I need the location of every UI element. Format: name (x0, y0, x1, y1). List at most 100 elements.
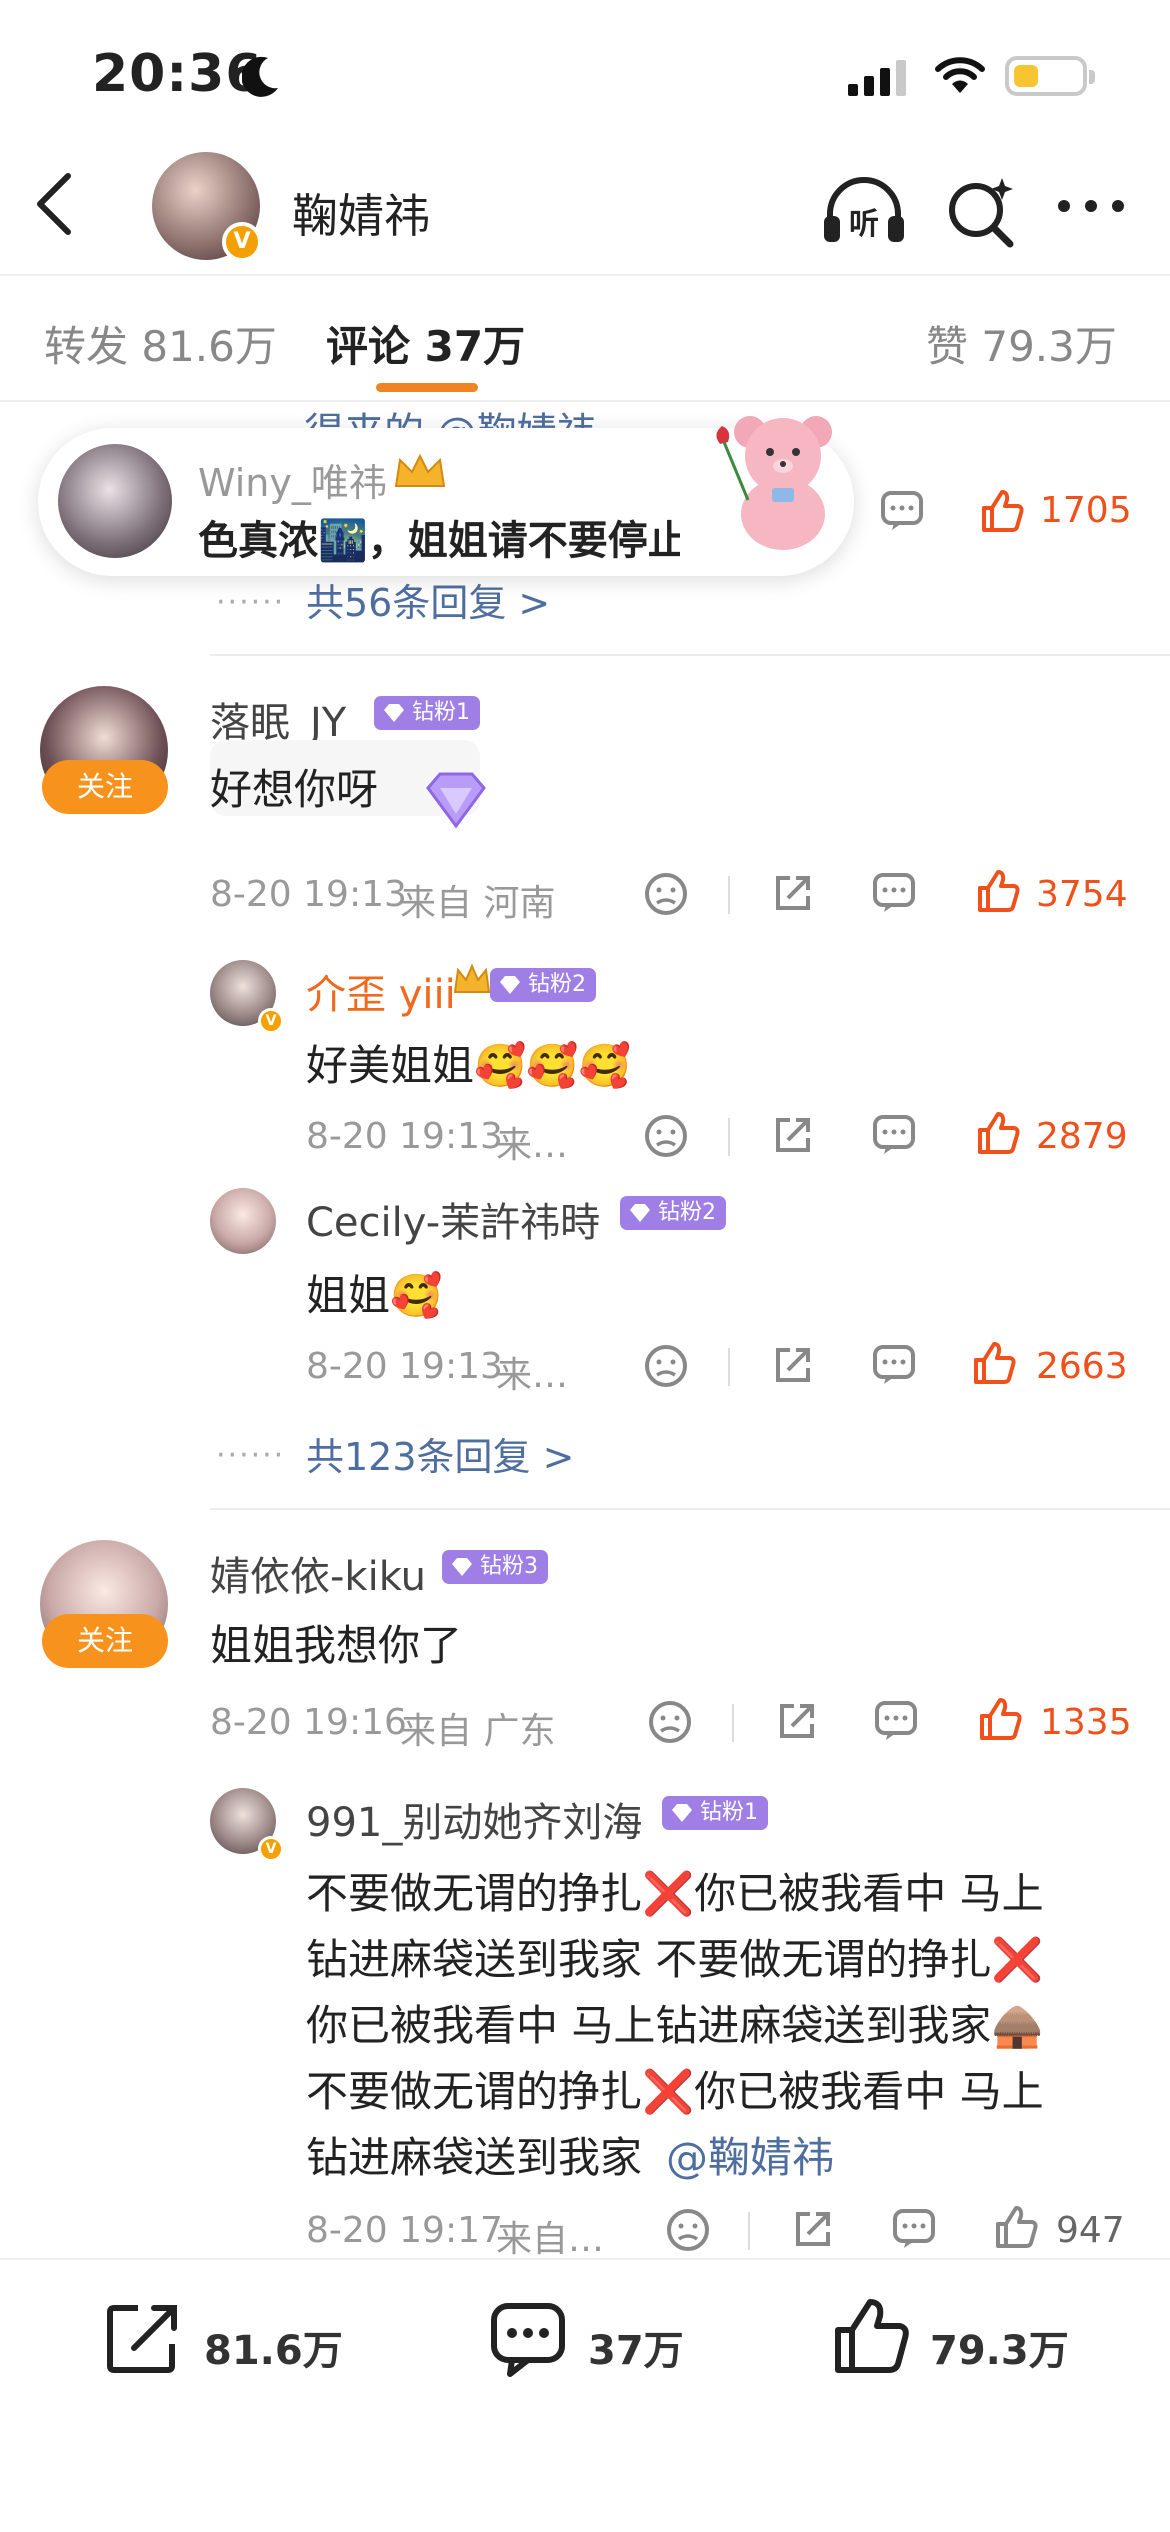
avatar[interactable] (210, 1188, 276, 1254)
like-count: 2663 (1036, 1346, 1128, 1387)
comment-location: 来自 河南 (400, 883, 556, 924)
comment-count[interactable]: 37万 (588, 2318, 684, 2376)
reply-username[interactable]: 介歪 yiii (306, 962, 456, 1020)
diamond-icon (452, 1558, 472, 1576)
repost-button[interactable] (104, 2300, 184, 2376)
divider (748, 2212, 750, 2250)
mention-link[interactable]: @鞠婧祎 (666, 2124, 834, 2185)
more-replies-link[interactable]: 共123条回复 > (306, 1426, 574, 1481)
share-icon[interactable] (792, 2208, 834, 2250)
verified-icon: V (258, 1836, 284, 1862)
reply-username[interactable]: 991_别动她齐刘海 (306, 1790, 642, 1848)
header-divider (0, 274, 1170, 276)
like-count: 2879 (1036, 1116, 1128, 1157)
more-icon[interactable] (1056, 196, 1126, 216)
share-icon[interactable] (772, 1344, 814, 1386)
share-icon[interactable] (772, 1114, 814, 1156)
comment-icon[interactable] (874, 1700, 918, 1742)
divider (0, 2258, 1170, 2260)
svg-text:听: 听 (849, 207, 879, 242)
diamond-icon (630, 1204, 650, 1222)
like-icon[interactable] (978, 1696, 1022, 1742)
fan-badge: 钻粉1 (662, 1796, 768, 1830)
reply-text: 好美姐姐🥰🥰🥰 (306, 1041, 631, 1090)
like-count[interactable]: 79.3万 (930, 2318, 1069, 2376)
tab-comments[interactable]: 评论 37万 (326, 313, 525, 374)
like-icon[interactable] (976, 868, 1020, 914)
toast-username: Winy_唯祎 (198, 461, 387, 505)
diamond-icon (672, 1804, 692, 1822)
fan-badge-label: 钻粉2 (658, 1200, 716, 1225)
fan-badge: 钻粉1 (374, 696, 480, 730)
fan-badge: 钻粉2 (620, 1196, 726, 1230)
like-icon[interactable] (994, 2204, 1038, 2250)
diamond-icon (384, 704, 404, 722)
status-time: 20:36 (92, 44, 263, 104)
like-count: 3754 (1036, 874, 1128, 915)
divider (728, 876, 730, 914)
comment-icon[interactable] (892, 2208, 936, 2250)
reply-text-line: 你已被我看中 马上钻进麻袋送到我家🛖 (306, 2001, 1044, 2050)
toast-text: 色真浓🌃，姐姐请不要停止 (198, 518, 680, 564)
moon-icon (242, 54, 282, 98)
emoji-icon[interactable] (648, 1700, 692, 1744)
comment-text: 姐姐我想你了 (210, 1621, 463, 1670)
page-title[interactable]: 鞠婧祎 (292, 180, 430, 246)
fan-badge-label: 钻粉1 (700, 1800, 758, 1825)
verified-icon: V (222, 222, 262, 262)
tab-repost[interactable]: 转发 81.6万 (44, 313, 277, 374)
emoji-icon[interactable] (644, 872, 688, 916)
diamond-icon (500, 976, 520, 994)
fan-badge-label: 钻粉2 (528, 972, 586, 997)
reply-text-line: 不要做无谓的挣扎❌你已被我看中 马上 (306, 1869, 1044, 1918)
reply-text-line: 钻进麻袋送到我家 不要做无谓的挣扎❌ (306, 1935, 1044, 1984)
fan-badge-label: 钻粉3 (480, 1554, 538, 1579)
reply-date: 8-20 19:17 (306, 2210, 503, 2251)
emoji-icon[interactable] (644, 1344, 688, 1388)
comment-button[interactable] (488, 2300, 568, 2380)
reply-location: 来… (496, 1355, 569, 1396)
like-icon[interactable] (972, 1340, 1016, 1386)
reply-location: 来自… (496, 2219, 605, 2260)
like-icon[interactable] (980, 488, 1024, 534)
battery-icon (1005, 56, 1095, 96)
like-count: 947 (1056, 2210, 1125, 2251)
crown-icon (452, 962, 492, 998)
reply-text-line: 不要做无谓的挣扎❌你已被我看中 马上 (306, 2067, 1044, 2116)
emoji-icon[interactable] (644, 1114, 688, 1158)
follow-button[interactable]: 关注 (42, 760, 168, 814)
comment-date: 8-20 19:13 (210, 874, 407, 915)
search-icon[interactable] (944, 172, 1020, 252)
like-count: 1335 (1040, 1702, 1132, 1743)
back-button[interactable] (30, 172, 78, 236)
divider (210, 1508, 1170, 1510)
headphone-icon[interactable]: 听 (820, 172, 908, 252)
fan-badge-label: 钻粉1 (412, 700, 470, 725)
comment-icon[interactable] (880, 490, 924, 532)
comment-icon[interactable] (872, 1344, 916, 1386)
verified-icon: V (258, 1008, 284, 1034)
tab-likes[interactable]: 赞 79.3万 (926, 313, 1117, 374)
fan-badge: 钻粉3 (442, 1550, 548, 1584)
like-icon[interactable] (976, 1110, 1020, 1156)
comment-icon[interactable] (872, 872, 916, 914)
like-count: 1705 (1040, 490, 1132, 531)
reply-dots: ······ (216, 585, 286, 620)
reply-username[interactable]: Cecily-茉許祎時 (306, 1190, 600, 1248)
share-icon[interactable] (776, 1700, 818, 1742)
comment-text: 好想你呀 (210, 765, 379, 814)
fan-badge: 钻粉2 (490, 968, 596, 1002)
emoji-icon[interactable] (666, 2208, 710, 2252)
follow-button[interactable]: 关注 (42, 1614, 168, 1668)
comment-icon[interactable] (872, 1114, 916, 1156)
avatar (58, 444, 172, 558)
like-button[interactable] (832, 2296, 912, 2376)
tab-indicator (376, 383, 478, 392)
comment-username[interactable]: 婧依依-kiku (210, 1544, 426, 1602)
reply-location: 来… (496, 1125, 569, 1166)
comment-date: 8-20 19:16 (210, 1702, 407, 1743)
diamond-icon (416, 768, 496, 832)
more-replies-link[interactable]: 共56条回复 > (306, 572, 550, 627)
share-icon[interactable] (772, 872, 814, 914)
repost-count[interactable]: 81.6万 (204, 2318, 343, 2376)
